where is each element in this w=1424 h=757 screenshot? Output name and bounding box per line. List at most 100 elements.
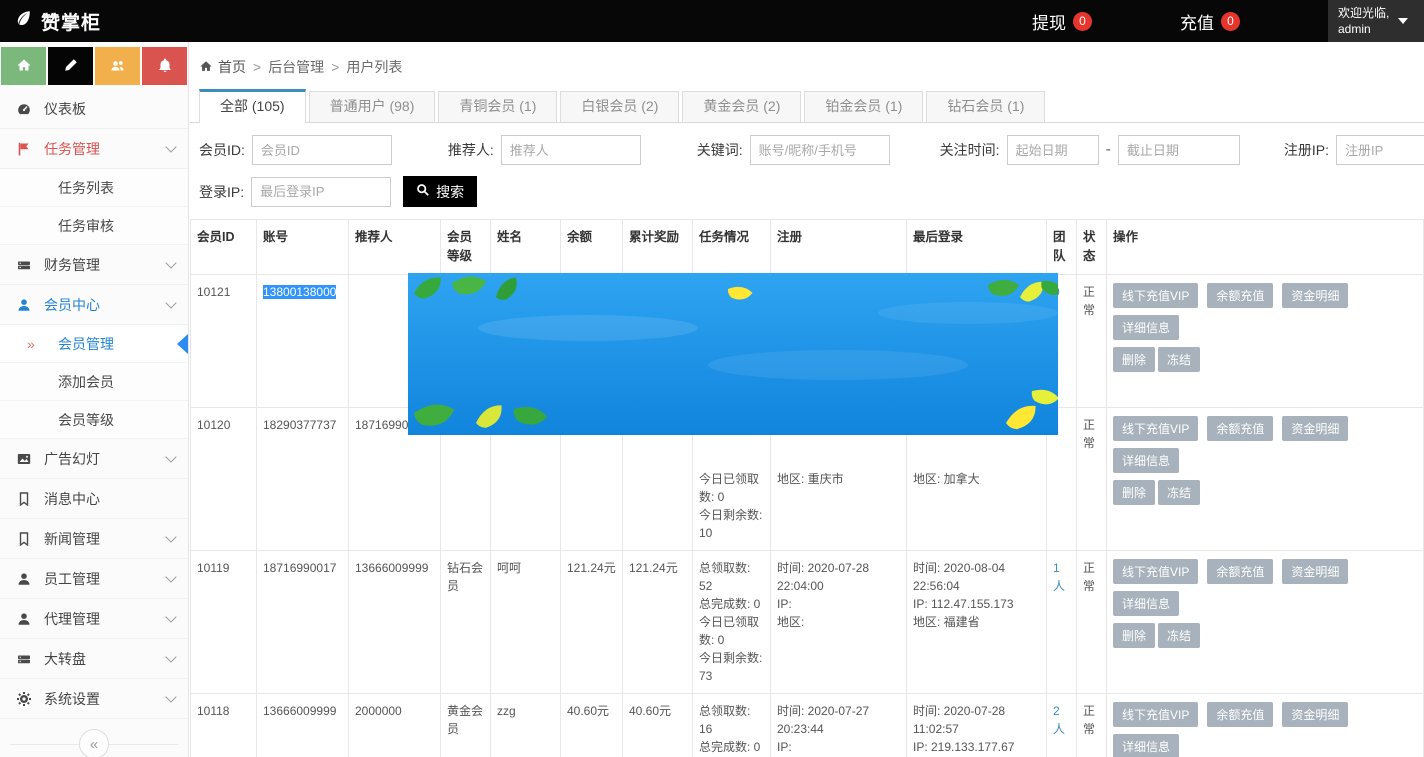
sidebar-collapse-button[interactable]: « [79,729,109,757]
users-button[interactable] [95,47,140,85]
tab-platinum[interactable]: 铂金会员 (1) [804,91,923,122]
search-button[interactable]: 搜索 [403,176,477,207]
end-date-input[interactable] [1118,135,1240,165]
fund-details-button[interactable]: 资金明细 [1282,416,1348,441]
fund-details-button[interactable]: 资金明细 [1282,559,1348,584]
offline-recharge-vip-button[interactable]: 线下充值VIP [1113,283,1198,308]
gauge-icon [15,101,33,117]
freeze-button[interactable]: 冻结 [1158,347,1200,372]
fund-details-button[interactable]: 资金明细 [1282,702,1348,727]
start-date-input[interactable] [1007,135,1099,165]
sidebar-item-label: 任务管理 [44,139,100,159]
detail-info-button[interactable]: 详细信息 [1113,591,1179,616]
sidebar-item-label: 系统设置 [44,689,100,709]
delete-button[interactable]: 删除 [1113,623,1155,648]
recharge-link[interactable]: 充值 0 [1180,9,1240,34]
offline-recharge-vip-button[interactable]: 线下充值VIP [1113,702,1198,727]
promo-banner-image [408,273,1058,435]
sidebar-item-system-settings[interactable]: 系统设置 [0,679,188,719]
sidebar-item-task-management[interactable]: 任务管理 [0,129,188,169]
member-level-tabs: 全部 (105) 普通用户 (98) 青铜会员 (1) 白银会员 (2) 黄金会… [190,89,1424,123]
breadcrumb-backend[interactable]: 后台管理 [268,57,324,77]
sidebar-item-label: 添加会员 [58,372,114,392]
balance-recharge-button[interactable]: 余额充值 [1207,416,1273,441]
home-button[interactable] [1,47,46,85]
sidebar-item-dashboard[interactable]: 仪表板 [0,89,188,129]
delete-button[interactable]: 删除 [1113,480,1155,505]
edit-button[interactable] [48,47,93,85]
register-ip-input[interactable] [1336,135,1424,165]
sidebar-item-message-center[interactable]: 消息中心 [0,479,188,519]
sidebar-item-label: 广告幻灯 [44,449,100,469]
detail-info-button[interactable]: 详细信息 [1113,734,1179,757]
member-submenu: » 会员管理 添加会员 会员等级 [0,325,188,439]
sidebar-item-ad-slides[interactable]: 广告幻灯 [0,439,188,479]
tab-silver[interactable]: 白银会员 (2) [560,91,679,122]
cell-balance: 40.60元 [561,693,623,757]
cell-status: 正常 [1077,274,1107,407]
sidebar-collapse-row: « [0,723,188,757]
balance-recharge-button[interactable]: 余额充值 [1207,283,1273,308]
tab-all[interactable]: 全部 (105) [199,89,306,123]
balance-recharge-button[interactable]: 余额充值 [1207,559,1273,584]
team-count-link[interactable]: 1 人 [1053,561,1065,593]
user-icon [15,297,33,313]
sidebar-item-agent-management[interactable]: 代理管理 [0,599,188,639]
balance-recharge-button[interactable]: 余额充值 [1207,702,1273,727]
tab-diamond[interactable]: 钻石会员 (1) [926,91,1045,122]
cell-account: 18290377737 [257,407,349,550]
admin-dropdown[interactable]: 欢迎光临, admin [1328,0,1424,42]
welcome-text: 欢迎光临, [1338,6,1389,20]
login-ip-input[interactable] [251,177,391,207]
offline-recharge-vip-button[interactable]: 线下充值VIP [1113,559,1198,584]
notifications-button[interactable] [142,47,187,85]
sidebar-item-news-management[interactable]: 新闻管理 [0,519,188,559]
delete-button[interactable]: 删除 [1113,347,1155,372]
topbar: 赞掌柜 提现 0 充值 0 欢迎光临, admin [0,0,1424,42]
fund-details-button[interactable]: 资金明细 [1282,283,1348,308]
cell-last-login: 时间: 2020-07-28 11:02:57 IP: 219.133.177.… [907,693,1047,757]
keyword-label: 关键词: [697,140,743,160]
detail-info-button[interactable]: 详细信息 [1113,315,1179,340]
search-icon [416,183,430,200]
team-count-link[interactable]: 2 人 [1053,704,1065,736]
current-item-arrow-icon [177,334,188,354]
brand-logo[interactable]: 赞掌柜 [0,8,190,35]
drive-icon [15,257,33,273]
tab-normal-user[interactable]: 普通用户 (98) [309,91,436,122]
sidebar-item-label: 会员等级 [58,410,114,430]
follow-time-label: 关注时间: [940,140,1000,160]
task-submenu: 任务列表 任务审核 [0,169,188,245]
freeze-button[interactable]: 冻结 [1158,480,1200,505]
tab-gold[interactable]: 黄金会员 (2) [682,91,801,122]
cell-member-id: 10119 [191,550,257,693]
chevron-down-icon [165,257,176,268]
sidebar-item-task-review[interactable]: 任务审核 [0,207,188,245]
breadcrumb-home[interactable]: 首页 [199,57,246,77]
tab-bronze[interactable]: 青铜会员 (1) [438,91,557,122]
sidebar-item-lucky-wheel[interactable]: 大转盘 [0,639,188,679]
col-actions: 操作 [1107,220,1424,275]
sidebar-item-label: 会员管理 [58,334,114,354]
sidebar-item-task-list[interactable]: 任务列表 [0,169,188,207]
sidebar-item-member-center[interactable]: 会员中心 [0,285,188,325]
sidebar-item-add-member[interactable]: 添加会员 [0,363,188,401]
detail-info-button[interactable]: 详细信息 [1113,448,1179,473]
date-range-dash: - [1106,141,1111,159]
cell-actions: 线下充值VIP 余额充值资金明细详细信息 删除冻结 [1107,407,1424,550]
col-team: 团队 [1047,220,1077,275]
sidebar-item-member-management[interactable]: » 会员管理 [0,325,188,363]
sidebar-item-finance-management[interactable]: 财务管理 [0,245,188,285]
member-id-input[interactable] [252,135,392,165]
sidebar-item-staff-management[interactable]: 员工管理 [0,559,188,599]
keyword-input[interactable] [750,135,890,165]
member-id-label: 会员ID: [199,140,245,160]
freeze-button[interactable]: 冻结 [1158,623,1200,648]
withdraw-link[interactable]: 提现 0 [1032,9,1092,34]
sidebar-item-label: 任务审核 [58,216,114,236]
offline-recharge-vip-button[interactable]: 线下充值VIP [1113,416,1198,441]
sidebar-item-member-level[interactable]: 会员等级 [0,401,188,439]
referrer-input[interactable] [501,135,641,165]
cell-referrer: 2000000 [349,693,441,757]
cell-name: zzg [491,693,561,757]
